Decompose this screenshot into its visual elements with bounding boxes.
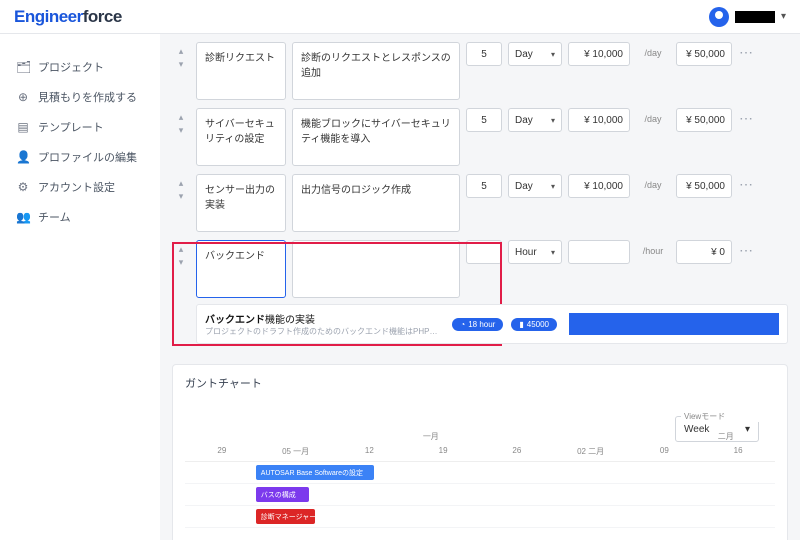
sidebar-item-team[interactable]: 👥 チーム — [0, 202, 160, 232]
task-desc-input[interactable]: 診断のリクエストとレスポンスの追加 — [292, 42, 460, 100]
sidebar: 🗂 プロジェクト ⊕ 見積もりを作成する ▤ テンプレート 👤 プロファイルの編集 ⚙ ア… — [0, 34, 160, 540]
drag-handle[interactable]: ▴▾ — [172, 174, 190, 202]
user-name-redacted — [735, 11, 775, 23]
chevron-down-icon: ▾ — [745, 424, 750, 435]
view-mode-control: Viewモード Week▾ — [675, 405, 759, 442]
gantt-row: バスの構成 — [185, 484, 775, 506]
create-icon: ⊕ — [16, 90, 30, 104]
price-input[interactable] — [568, 240, 630, 264]
gantt-bar[interactable]: AUTOSAR Base Softwareの設定 — [256, 465, 374, 480]
task-title-input-active[interactable]: バックエンド — [196, 240, 286, 298]
unit-select[interactable]: Day▾ — [508, 42, 562, 66]
sidebar-item-templates[interactable]: ▤ テンプレート — [0, 112, 160, 142]
price-input[interactable]: ¥ 10,000 — [568, 42, 630, 66]
row-total: ¥ 50,000 — [676, 174, 732, 198]
app-logo: Engineerforce — [14, 7, 122, 27]
chevron-down-icon: ▾ — [551, 116, 555, 125]
unit-select[interactable]: Day▾ — [508, 108, 562, 132]
user-menu[interactable]: ▾ — [709, 7, 786, 27]
top-bar: Engineerforce ▾ — [0, 0, 800, 34]
row-menu-button[interactable]: ⋯ — [738, 108, 754, 127]
autocomplete-suggestion[interactable]: バックエンド機能の実装 プロジェクトのドラフト作成のためのバックエンド機能はPH… — [196, 304, 788, 344]
task-title-input[interactable]: サイバーセキュリティの設定 — [196, 108, 286, 166]
qty-input[interactable]: 5 — [466, 174, 502, 198]
sidebar-item-account[interactable]: ⚙ アカウント設定 — [0, 172, 160, 202]
rate-unit-label: /hour — [636, 240, 670, 256]
gantt-row: AUTOSAR Base Softwareの設定 — [185, 462, 775, 484]
logo-part2: force — [83, 7, 122, 26]
task-desc-input[interactable]: 出力信号のロジック作成 — [292, 174, 460, 232]
gantt-section: ガントチャート Viewモード Week▾ 一月二月 2905 一月121926… — [172, 364, 788, 540]
price-input[interactable]: ¥ 10,000 — [568, 174, 630, 198]
drag-handle[interactable]: ▴▾ — [172, 108, 190, 136]
qty-input[interactable] — [466, 240, 502, 264]
task-row: ▴▾ 診断リクエスト 診断のリクエストとレスポンスの追加 5 Day▾ ¥ 10… — [172, 42, 788, 100]
row-total: ¥ 50,000 — [676, 108, 732, 132]
suggestion-accent-bar — [569, 313, 779, 335]
task-desc-input[interactable]: 機能ブロックにサイバーセキュリティ機能を導入 — [292, 108, 460, 166]
gear-icon: ⚙ — [16, 180, 30, 194]
row-menu-button[interactable]: ⋯ — [738, 240, 754, 259]
suggestion-hours-chip: ◔18 hour — [452, 318, 503, 331]
tag-icon: ▮ — [519, 320, 523, 329]
rate-unit-label: /day — [636, 42, 670, 58]
rate-unit-label: /day — [636, 108, 670, 124]
sidebar-item-projects[interactable]: 🗂 プロジェクト — [0, 52, 160, 82]
row-total: ¥ 50,000 — [676, 42, 732, 66]
gantt-bar[interactable]: 診断マネージャー — [256, 509, 315, 524]
unit-select[interactable]: Day▾ — [508, 174, 562, 198]
drag-handle[interactable]: ▴▾ — [172, 240, 190, 268]
suggestion-title: バックエンド機能の実装 — [205, 311, 444, 326]
unit-select[interactable]: Hour▾ — [508, 240, 562, 264]
suggestion-price-chip: ▮45000 — [511, 318, 557, 331]
chevron-down-icon: ▾ — [551, 50, 555, 59]
task-row-new: ▴▾ バックエンド Hour▾ /hour ¥ 0 ⋯ — [172, 240, 788, 298]
task-title-input[interactable]: 診断リクエスト — [196, 42, 286, 100]
qty-input[interactable]: 5 — [466, 42, 502, 66]
sidebar-item-label: アカウント設定 — [38, 179, 115, 195]
task-title-input[interactable]: センサー出力の実装 — [196, 174, 286, 232]
main-content: ▴▾ 診断リクエスト 診断のリクエストとレスポンスの追加 5 Day▾ ¥ 10… — [160, 34, 800, 540]
team-icon: 👥 — [16, 210, 30, 224]
gantt-title: ガントチャート — [185, 375, 775, 391]
price-input[interactable]: ¥ 10,000 — [568, 108, 630, 132]
chevron-down-icon: ▾ — [551, 182, 555, 191]
sidebar-item-label: テンプレート — [38, 119, 104, 135]
chevron-down-icon: ▾ — [781, 11, 786, 22]
sidebar-item-label: チーム — [38, 209, 71, 225]
sidebar-item-label: プロジェクト — [38, 59, 104, 75]
row-total: ¥ 0 — [676, 240, 732, 264]
profile-icon: 👤 — [16, 150, 30, 164]
template-icon: ▤ — [16, 120, 30, 134]
task-desc-input[interactable] — [292, 240, 460, 298]
row-menu-button[interactable]: ⋯ — [738, 42, 754, 61]
drag-handle[interactable]: ▴▾ — [172, 42, 190, 70]
gantt-chart: 一月二月 2905 一月12192602 二月0916 AUTOSAR Base… — [185, 431, 775, 528]
task-row: ▴▾ サイバーセキュリティの設定 機能ブロックにサイバーセキュリティ機能を導入 … — [172, 108, 788, 166]
sidebar-item-create-estimate[interactable]: ⊕ 見積もりを作成する — [0, 82, 160, 112]
gantt-dates: 2905 一月12192602 二月0916 — [185, 446, 775, 462]
clock-icon: ◔ — [460, 320, 465, 329]
chevron-down-icon: ▾ — [551, 248, 555, 257]
sidebar-item-label: プロファイルの編集 — [38, 149, 137, 165]
projects-icon: 🗂 — [16, 60, 30, 74]
suggestion-subtitle: プロジェクトのドラフト作成のためのバックエンド機能はPHP… — [205, 326, 444, 337]
view-mode-label: Viewモード — [681, 411, 765, 422]
row-menu-button[interactable]: ⋯ — [738, 174, 754, 193]
avatar-icon — [709, 7, 729, 27]
task-row: ▴▾ センサー出力の実装 出力信号のロジック作成 5 Day▾ ¥ 10,000… — [172, 174, 788, 232]
qty-input[interactable]: 5 — [466, 108, 502, 132]
gantt-row: 診断マネージャー — [185, 506, 775, 528]
sidebar-item-label: 見積もりを作成する — [38, 89, 137, 105]
gantt-bar[interactable]: バスの構成 — [256, 487, 309, 502]
logo-part1: Engineer — [14, 7, 83, 26]
sidebar-item-profile[interactable]: 👤 プロファイルの編集 — [0, 142, 160, 172]
rate-unit-label: /day — [636, 174, 670, 190]
